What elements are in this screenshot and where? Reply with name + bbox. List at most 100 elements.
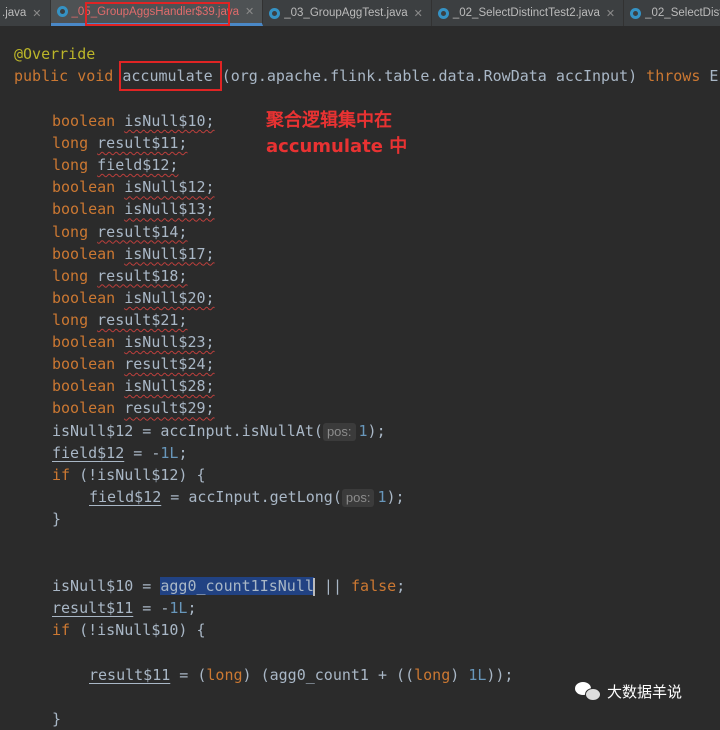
close-icon[interactable]: ✕ <box>606 7 615 20</box>
close-icon[interactable]: ✕ <box>245 5 254 18</box>
code-line: } <box>52 708 61 730</box>
method-params: (org.apache.flink.table.data.RowData acc… <box>221 67 638 85</box>
number: 1 <box>358 422 368 440</box>
declaration-line: boolean result$29; <box>52 397 215 419</box>
keyword: boolean <box>52 200 116 219</box>
tab-label: _02_SelectDistinctTest2.java <box>452 7 600 19</box>
code-text: ) (agg0_count1 + (( <box>242 666 415 684</box>
code-text: = accInput.getLong( <box>161 488 342 506</box>
declaration-line: boolean isNull$12; <box>52 176 215 198</box>
code-tail: E <box>709 67 719 85</box>
variable: result$21; <box>97 310 188 329</box>
code-line: field$12 = accInput.getLong(pos: 1); <box>89 486 405 508</box>
code-text: ); <box>367 422 386 440</box>
code-line: field$12 = -1L; <box>52 442 187 464</box>
param-hint: pos: <box>322 423 356 441</box>
code-text: (!isNull$12) { <box>70 466 206 484</box>
code-line: if (!isNull$12) { <box>52 464 206 486</box>
variable: field$12; <box>97 156 179 175</box>
variable: result$11 <box>89 666 171 684</box>
tab-highlight-box <box>85 2 230 26</box>
keyword: boolean <box>52 178 116 197</box>
tab-label: .java <box>2 7 27 19</box>
declaration-line: boolean isNull$17; <box>52 243 215 265</box>
declaration-line: boolean isNull$13; <box>52 198 215 220</box>
selected-text[interactable]: agg0_count1IsNull <box>160 577 314 595</box>
keyword: long <box>414 666 451 684</box>
declaration-line: boolean isNull$20; <box>52 287 215 309</box>
keyword: boolean <box>52 333 116 351</box>
keyword: void <box>77 67 114 85</box>
keyword: boolean <box>52 399 116 418</box>
wechat-icon <box>575 680 601 702</box>
variable: isNull$17; <box>124 244 215 263</box>
annotation-note-line1: 聚合逻辑集中在 <box>266 110 392 131</box>
variable: result$11 <box>52 599 134 617</box>
keyword: throws <box>646 67 701 85</box>
code-text: ; <box>178 444 188 462</box>
code-text: (!isNull$10) { <box>70 621 206 639</box>
keyword: boolean <box>52 288 116 307</box>
class-icon <box>56 6 68 17</box>
code-text: ) <box>450 666 469 684</box>
variable: isNull$12; <box>124 178 215 197</box>
variable: field$12 <box>52 444 125 462</box>
variable: isNull$23; <box>124 333 215 351</box>
tab-label: _02_SelectDistinctTe <box>645 7 720 19</box>
code-editor[interactable]: @Override public void accumulate (org.ap… <box>0 26 720 728</box>
keyword: boolean <box>52 244 116 263</box>
code-text: isNull$10 = <box>52 577 161 595</box>
keyword: boolean <box>52 377 116 396</box>
keyword: public <box>14 67 69 85</box>
code-line: if (!isNull$10) { <box>52 619 206 641</box>
code-text: || <box>314 577 352 595</box>
code-text: } <box>52 510 62 528</box>
keyword: if <box>52 621 71 639</box>
class-icon <box>437 7 449 19</box>
close-icon[interactable]: ✕ <box>32 7 41 20</box>
code-text: = ( <box>170 666 207 684</box>
tab-select-distinct-te[interactable]: _02_SelectDistinctTe <box>624 0 720 26</box>
tab-group-agg-test[interactable]: _03_GroupAggTest.java ✕ <box>263 0 432 26</box>
code-text: ); <box>386 488 405 506</box>
number: 1L <box>169 599 188 617</box>
code-text: ; <box>187 599 197 617</box>
method-highlight-box <box>119 61 222 91</box>
keyword: long <box>206 666 243 684</box>
declaration-line: boolean isNull$23; <box>52 331 215 353</box>
annotation: @Override <box>14 45 96 63</box>
watermark-text: 大数据羊说 <box>607 682 683 701</box>
number: 1L <box>160 444 179 462</box>
variable: result$14; <box>97 222 188 241</box>
watermark: 大数据羊说 <box>575 680 682 702</box>
variable: isNull$10; <box>124 112 215 130</box>
code-text: } <box>52 710 62 728</box>
keyword: long <box>52 156 89 175</box>
keyword: long <box>52 310 89 329</box>
close-icon[interactable]: ✕ <box>414 7 423 20</box>
variable: result$11; <box>97 134 188 153</box>
code-text: = - <box>124 444 161 462</box>
code-line: @Override <box>14 43 95 65</box>
code-line: result$11 = (long) (agg0_count1 + ((long… <box>89 664 513 686</box>
variable: isNull$13; <box>124 200 215 219</box>
tab-select-distinct-test2[interactable]: _02_SelectDistinctTest2.java ✕ <box>432 0 625 26</box>
keyword: if <box>52 466 71 484</box>
annotation-note-line2: accumulate 中 <box>266 136 408 157</box>
variable: result$18; <box>97 266 188 285</box>
declaration-line: long result$18; <box>52 265 187 287</box>
variable: isNull$20; <box>124 288 215 307</box>
variable: field$12 <box>89 488 162 506</box>
number: 1L <box>468 666 487 684</box>
declaration-line: boolean result$24; <box>52 353 215 375</box>
variable: result$29; <box>124 399 215 418</box>
tab-java[interactable]: .java ✕ <box>0 0 51 26</box>
code-text: )); <box>486 666 514 684</box>
param-hint: pos: <box>341 489 375 507</box>
variable: isNull$28; <box>124 377 215 396</box>
code-line: } <box>52 508 61 530</box>
class-icon <box>269 7 281 19</box>
code-text: = - <box>133 599 170 617</box>
declaration-line: long result$11; <box>52 132 187 154</box>
code-text: ; <box>396 577 406 595</box>
